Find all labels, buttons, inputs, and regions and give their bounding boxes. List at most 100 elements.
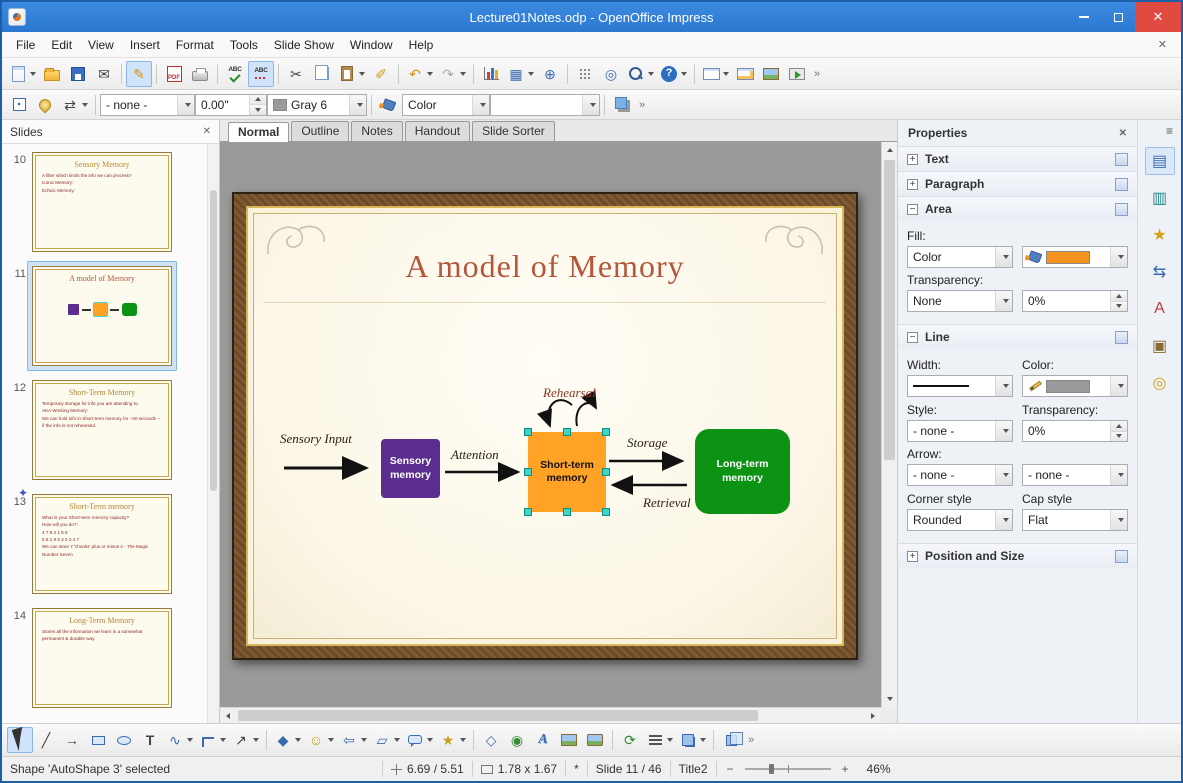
arrow-style-button[interactable]: ⇄	[58, 92, 91, 118]
sidebar-tab-slide-transition[interactable]: ⇆	[1145, 258, 1175, 286]
scroll-left-icon[interactable]	[220, 708, 236, 723]
scroll-down-icon[interactable]	[882, 691, 897, 707]
copy-button[interactable]	[309, 61, 335, 87]
slide-thumbnail[interactable]: Short-Term memory What is your Short-ter…	[32, 494, 172, 594]
gallery-button[interactable]	[758, 61, 784, 87]
transparency-spinner[interactable]: 0%	[1022, 290, 1128, 312]
dropdown-button[interactable]	[995, 291, 1012, 311]
section-position-size[interactable]: + Position and Size	[898, 543, 1137, 568]
toolbar-overflow-icon[interactable]: »	[810, 68, 824, 80]
collapse-icon[interactable]: −	[907, 203, 918, 215]
dropdown-button[interactable]	[1110, 465, 1127, 485]
fontwork-button[interactable]: A	[530, 727, 556, 753]
slideshow-button[interactable]	[784, 61, 810, 87]
slide-thumbnail[interactable]: Short-Term Memory Temporary storage for …	[32, 380, 172, 480]
corner-style-dropdown[interactable]: Rounded	[907, 509, 1013, 531]
shadow-button[interactable]	[609, 92, 635, 118]
chevron-down-icon[interactable]	[681, 71, 687, 76]
arrow-end-dropdown[interactable]: - none -	[1022, 464, 1128, 486]
section-area[interactable]: − Area	[898, 196, 1137, 221]
selection-handle[interactable]	[524, 428, 532, 436]
chevron-down-icon[interactable]	[361, 738, 367, 742]
basic-shapes-button[interactable]: ◆	[271, 727, 304, 753]
menu-insert[interactable]: Insert	[122, 32, 168, 57]
scroll-up-icon[interactable]	[882, 142, 897, 158]
sidebar-tab-styles[interactable]: A	[1145, 295, 1175, 323]
dropdown-button[interactable]	[995, 421, 1012, 441]
menu-view[interactable]: View	[80, 32, 122, 57]
display-grid-button[interactable]	[572, 61, 598, 87]
sidebar-tab-gallery[interactable]: ▣	[1145, 332, 1175, 360]
dialog-launcher-icon[interactable]	[1115, 202, 1128, 216]
arrow-start-dropdown[interactable]: - none -	[907, 464, 1013, 486]
line-color-select[interactable]: Gray 6	[267, 93, 367, 116]
chevron-down-icon[interactable]	[394, 738, 400, 742]
sensory-memory-box[interactable]: Sensory memory	[381, 439, 440, 498]
chevron-down-icon[interactable]	[427, 738, 433, 742]
dialog-launcher-icon[interactable]	[1115, 330, 1128, 344]
selection-handle[interactable]	[563, 428, 571, 436]
line-width-spinner[interactable]: 0.00"	[195, 93, 267, 116]
label-attention[interactable]: Attention	[451, 447, 499, 463]
arrow-tool-button[interactable]: →	[59, 727, 85, 753]
menu-help[interactable]: Help	[401, 32, 442, 57]
connector-tool-button[interactable]	[196, 727, 229, 753]
zoom-slider-thumb[interactable]	[768, 764, 774, 774]
menu-edit[interactable]: Edit	[43, 32, 80, 57]
zoom-slider[interactable]	[744, 764, 831, 774]
line-transparency-spinner[interactable]: 0%	[1022, 420, 1128, 442]
dropdown-button[interactable]	[582, 94, 599, 115]
hyperlink-button[interactable]: ⊕	[537, 61, 563, 87]
expand-icon[interactable]: +	[907, 153, 918, 165]
document-close-icon[interactable]: ✕	[1150, 38, 1175, 51]
line-style-select[interactable]: - none -	[100, 93, 195, 116]
styles-button[interactable]	[32, 92, 58, 118]
navigator-button[interactable]: ◎	[598, 61, 624, 87]
slide-thumbnail-row[interactable]: 10 Sensory Memory A filter which limits …	[8, 152, 203, 252]
scrollbar-thumb[interactable]	[238, 710, 758, 721]
redo-button[interactable]: ↷	[436, 61, 469, 87]
chevron-down-icon[interactable]	[460, 71, 466, 76]
rotate-button[interactable]: ⟳	[617, 727, 643, 753]
section-paragraph[interactable]: + Paragraph	[898, 171, 1137, 196]
label-sensory-input[interactable]: Sensory Input	[280, 431, 352, 447]
dialog-launcher-icon[interactable]	[1115, 152, 1128, 166]
slide-thumbnail[interactable]: Sensory Memory A filter which limits the…	[32, 152, 172, 252]
edit-points-button[interactable]	[6, 92, 32, 118]
spin-up-button[interactable]	[1111, 421, 1127, 431]
ellipse-tool-button[interactable]	[111, 727, 137, 753]
stars-button[interactable]: ★	[436, 727, 469, 753]
chevron-down-icon[interactable]	[220, 738, 226, 742]
spellcheck-button[interactable]: ABC	[222, 61, 248, 87]
dropdown-button[interactable]	[1110, 247, 1127, 267]
chevron-down-icon[interactable]	[723, 71, 729, 76]
export-pdf-button[interactable]: PDF	[161, 61, 187, 87]
label-rehearsal[interactable]: Rehearsal	[543, 385, 596, 401]
menu-slideshow[interactable]: Slide Show	[266, 32, 342, 57]
expand-icon[interactable]: +	[907, 178, 918, 190]
spin-down-button[interactable]	[250, 104, 266, 115]
alignment-button[interactable]	[643, 727, 676, 753]
collapse-icon[interactable]: −	[907, 331, 918, 343]
selection-handle[interactable]	[563, 508, 571, 516]
chevron-down-icon[interactable]	[30, 71, 36, 76]
edit-points-tool-button[interactable]: ◇	[478, 727, 504, 753]
format-paintbrush-button[interactable]: ✐	[368, 61, 394, 87]
symbol-shapes-button[interactable]: ☺	[304, 727, 337, 753]
chevron-down-icon[interactable]	[328, 738, 334, 742]
properties-close-icon[interactable]: ✕	[1119, 128, 1127, 139]
zoom-in-icon[interactable]: +	[840, 762, 851, 776]
zoom-out-icon[interactable]: −	[725, 762, 736, 776]
undo-button[interactable]: ↶	[403, 61, 436, 87]
tab-slide-sorter[interactable]: Slide Sorter	[472, 121, 555, 141]
area-style-button[interactable]	[376, 92, 402, 118]
insert-picture-button[interactable]	[556, 727, 582, 753]
transparency-type-dropdown[interactable]: None	[907, 290, 1013, 312]
dropdown-button[interactable]	[1110, 376, 1127, 396]
section-text[interactable]: + Text	[898, 146, 1137, 171]
short-term-memory-box[interactable]: Short-term memory	[528, 432, 606, 512]
spin-down-button[interactable]	[1111, 300, 1127, 311]
chevron-down-icon[interactable]	[460, 738, 466, 742]
zoom-button[interactable]	[624, 61, 657, 87]
scrollbar-thumb[interactable]	[884, 160, 895, 460]
